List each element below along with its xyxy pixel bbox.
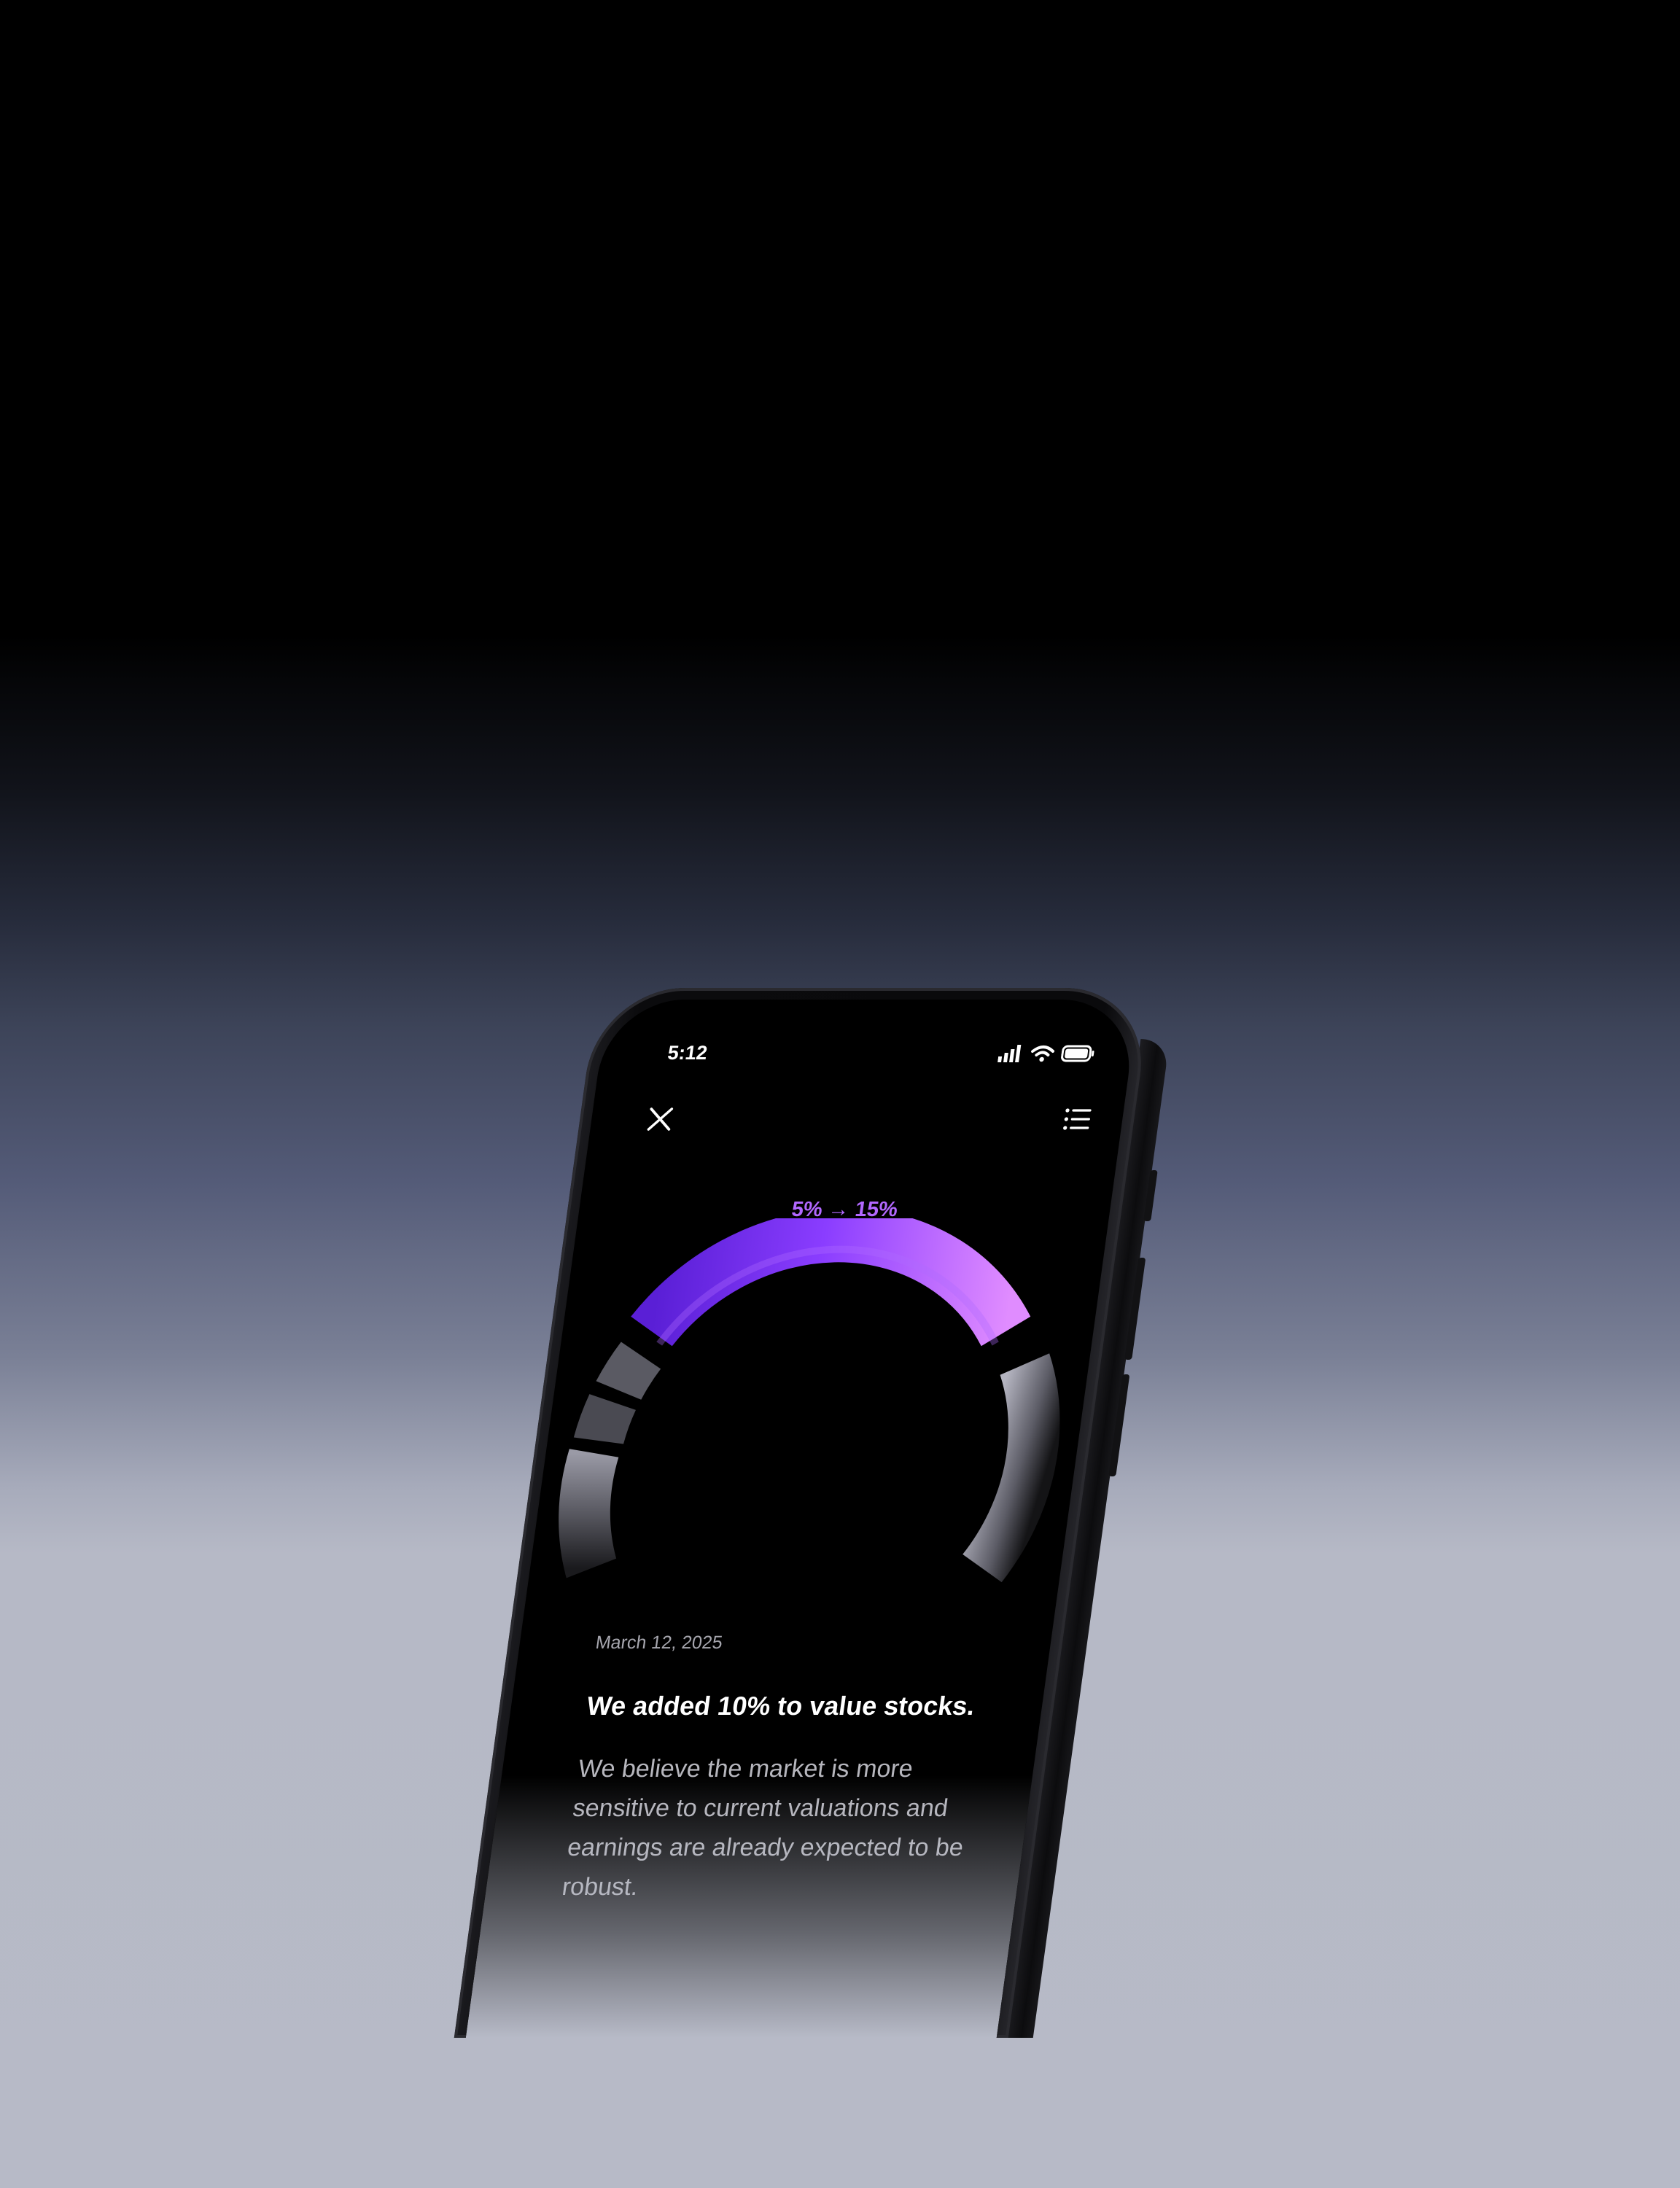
wifi-icon [1031, 1046, 1055, 1062]
update-date: March 12, 2025 [594, 1632, 724, 1653]
background-stage: 5:12 5% → 15% March 12, 2025 We added 10… [0, 0, 1680, 2188]
status-time: 5:12 [666, 1042, 709, 1064]
close-icon [647, 1107, 674, 1131]
status-icons [998, 1045, 1096, 1062]
close-button[interactable] [640, 1102, 680, 1137]
ring-segment-left [559, 1449, 619, 1578]
phone-mockup: 5:12 5% → 15% March 12, 2025 We added 10… [454, 988, 1170, 2038]
allocation-ring-chart [559, 1218, 1060, 1583]
update-headline: We added 10% to value stocks. [585, 1691, 977, 1721]
ring-segment-right [962, 1353, 1060, 1583]
battery-icon [1061, 1045, 1094, 1062]
menu-list-button[interactable] [1057, 1102, 1097, 1137]
ring-segment-small-2 [573, 1394, 637, 1445]
cellular-signal-icon [998, 1045, 1022, 1062]
update-body-text: We believe the market is more sensitive … [560, 1755, 965, 1901]
ring-segment-small-1 [596, 1342, 661, 1401]
list-icon [1063, 1108, 1092, 1130]
